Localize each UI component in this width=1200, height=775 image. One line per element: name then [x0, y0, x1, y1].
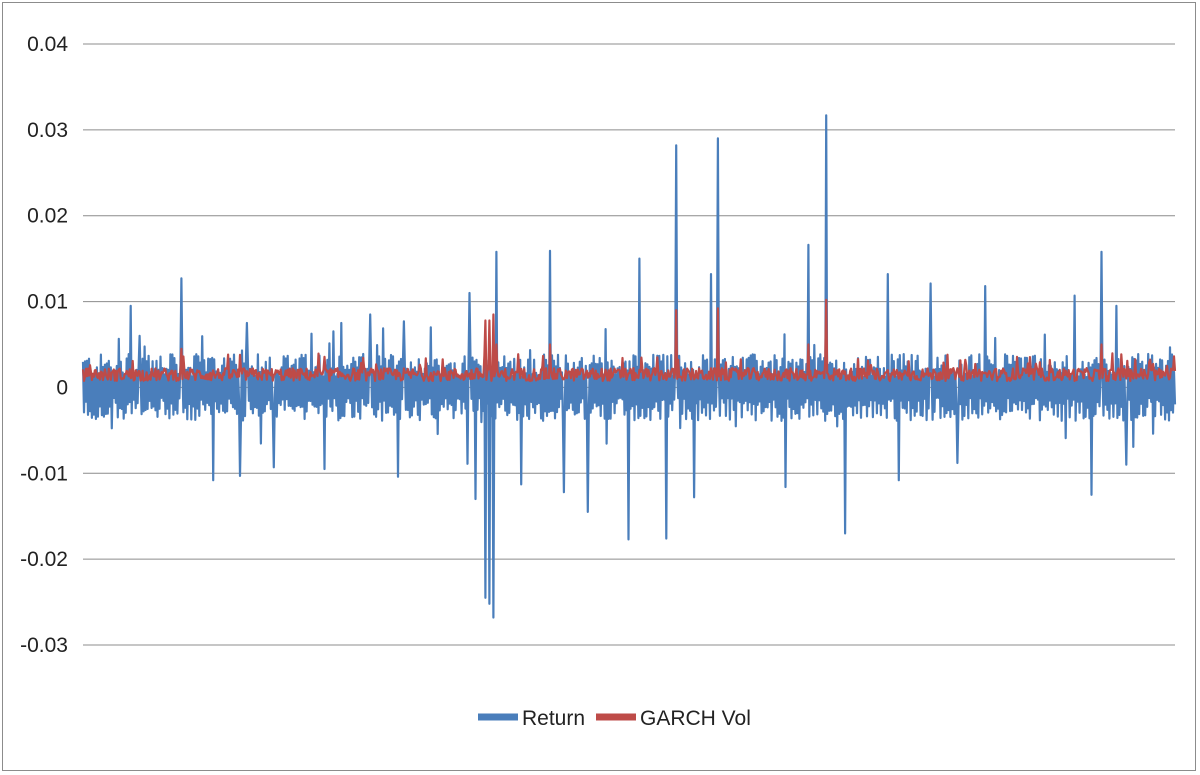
return-line	[81, 114, 1177, 619]
legend: Return GARCH Vol	[478, 707, 751, 730]
y-tick-label: 0.04	[27, 33, 68, 56]
y-tick-label: -0.02	[20, 548, 68, 571]
chart-svg: 0.04 0.03 0.02 0.01 0 -0.01 -0.02 -0.03 Return …	[20, 33, 1177, 730]
y-tick-label: -0.01	[20, 462, 68, 485]
y-tick-label: -0.03	[20, 634, 68, 657]
legend-label-garch: GARCH Vol	[640, 707, 751, 730]
legend-label-return: Return	[522, 707, 585, 730]
y-tick-label: 0.02	[27, 205, 68, 228]
y-tick-label: 0	[56, 376, 68, 399]
y-axis-ticks: 0.04 0.03 0.02 0.01 0 -0.01 -0.02 -0.03	[20, 33, 68, 657]
y-tick-label: 0.01	[27, 291, 68, 314]
y-tick-label: 0.03	[27, 119, 68, 142]
series-return	[81, 114, 1177, 619]
